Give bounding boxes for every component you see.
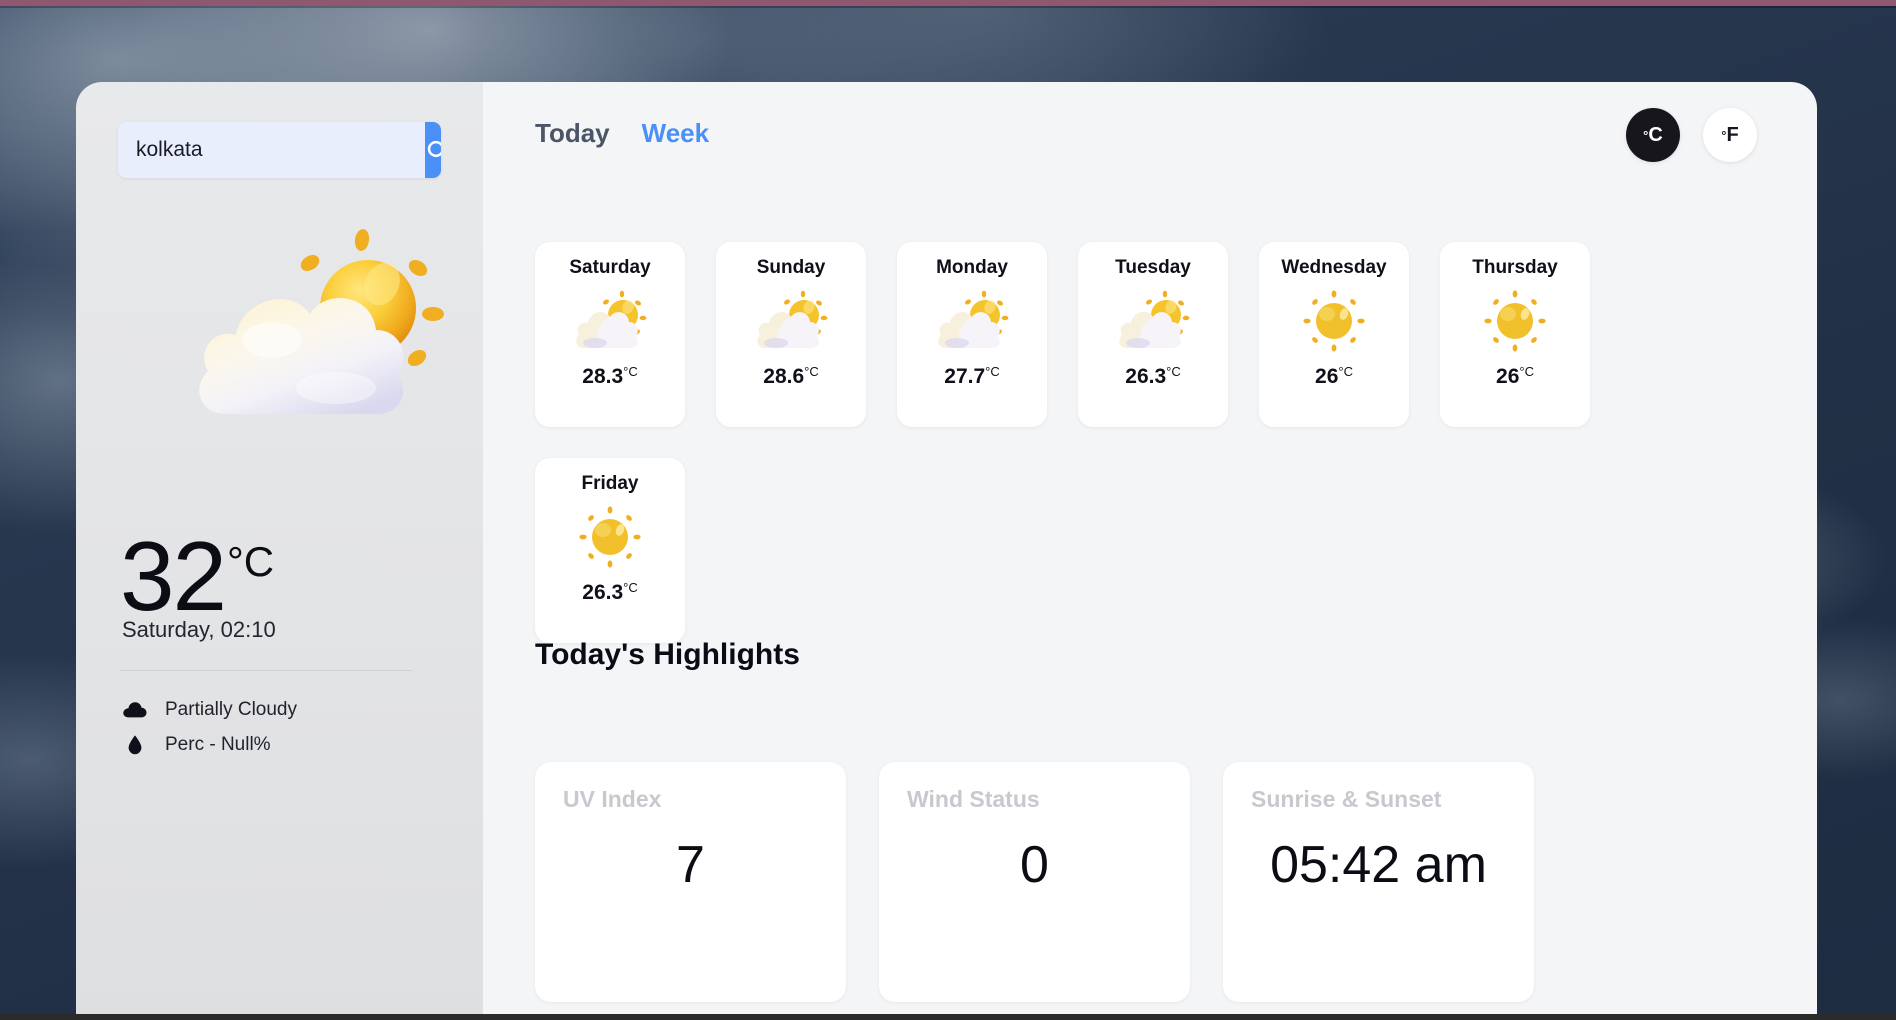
- sun-behind-cloud-icon: [1116, 288, 1190, 354]
- sidebar-divider: [120, 670, 412, 671]
- view-tabs: Today Week: [535, 118, 709, 149]
- condition-sky-label: Partially Cloudy: [165, 699, 297, 720]
- forecast-card[interactable]: Wednesday 26°C: [1259, 242, 1409, 427]
- forecast-temperature: 27.7°C: [944, 364, 999, 389]
- forecast-card[interactable]: Saturday 28.3°C: [535, 242, 685, 427]
- forecast-day-name: Sunday: [756, 257, 826, 278]
- highlight-card: Sunrise & Sunset 05:42 am: [1223, 762, 1534, 1002]
- sun-behind-cloud-icon: [754, 288, 828, 354]
- forecast-temperature-value: 26: [1315, 365, 1339, 388]
- condition-row-precipitation: Perc - Null%: [122, 734, 271, 756]
- condition-precipitation-label: Perc - Null%: [165, 734, 271, 755]
- forecast-temperature-unit: °C: [623, 364, 638, 379]
- highlight-value: 0: [1020, 836, 1049, 894]
- highlight-label: UV Index: [563, 786, 662, 812]
- search-bar: [118, 122, 441, 178]
- forecast-temperature-value: 26.3: [1125, 365, 1167, 388]
- unit-fahrenheit-label: F: [1726, 123, 1739, 146]
- sun-behind-cloud-icon: [186, 218, 451, 433]
- highlight-card: UV Index 7: [535, 762, 846, 1002]
- forecast-temperature: 28.3°C: [582, 364, 637, 389]
- forecast-temperature: 28.6°C: [763, 364, 818, 389]
- highlight-label: Sunrise & Sunset: [1251, 786, 1442, 812]
- sun-icon: [1297, 288, 1371, 354]
- cloud-icon: [122, 702, 148, 718]
- highlight-label: Wind Status: [907, 786, 1040, 812]
- forecast-temperature-value: 28.3: [582, 365, 624, 388]
- weather-app-card: 32°C Saturday, 02:10 Partially Cloudy Pe…: [76, 82, 1817, 1017]
- forecast-day-name: Thursday: [1472, 257, 1558, 278]
- forecast-card[interactable]: Sunday 28.6°C: [716, 242, 866, 427]
- unit-celsius-label: C: [1648, 123, 1663, 146]
- forecast-temperature-unit: °C: [985, 364, 1000, 379]
- browser-chrome-shadow: [0, 6, 1896, 8]
- current-temperature-value: 32: [120, 521, 227, 631]
- unit-toggle-group: ° C ° F: [1626, 108, 1757, 162]
- forecast-temperature: 26.3°C: [1125, 364, 1180, 389]
- weekly-forecast-grid: Saturday 28.3°C Sunday 28.6°C Monday 27.…: [535, 242, 1595, 643]
- highlights-title: Today's Highlights: [535, 638, 800, 671]
- forecast-day-name: Saturday: [569, 257, 651, 278]
- search-input[interactable]: [118, 122, 425, 178]
- main-panel: Today Week ° C ° F Saturday 28.3°C Sunda…: [483, 82, 1817, 1017]
- highlight-card: Wind Status 0: [879, 762, 1190, 1002]
- highlight-cards: UV Index 7 Wind Status 0 Sunrise & Sunset …: [535, 762, 1534, 1002]
- sidebar: 32°C Saturday, 02:10 Partially Cloudy Pe…: [76, 82, 483, 1017]
- forecast-temperature-value: 26: [1496, 365, 1520, 388]
- window-bottom-border: [0, 1014, 1896, 1020]
- forecast-day-name: Tuesday: [1115, 257, 1191, 278]
- forecast-card[interactable]: Thursday 26°C: [1440, 242, 1590, 427]
- tab-today[interactable]: Today: [535, 118, 610, 149]
- current-temperature-unit: °C: [227, 538, 275, 585]
- sun-icon: [573, 504, 647, 570]
- sun-icon: [1478, 288, 1552, 354]
- droplet-icon: [122, 735, 148, 755]
- forecast-temperature-unit: °C: [1166, 364, 1181, 379]
- forecast-day-name: Monday: [936, 257, 1008, 278]
- forecast-card[interactable]: Tuesday 26.3°C: [1078, 242, 1228, 427]
- forecast-temperature-unit: °C: [804, 364, 819, 379]
- tab-week[interactable]: Week: [642, 118, 709, 149]
- sun-behind-cloud-icon: [573, 288, 647, 354]
- forecast-temperature-value: 27.7: [944, 365, 986, 388]
- search-button[interactable]: [425, 122, 441, 178]
- forecast-card[interactable]: Monday 27.7°C: [897, 242, 1047, 427]
- forecast-temperature: 26°C: [1315, 364, 1353, 389]
- unit-fahrenheit-button[interactable]: ° F: [1703, 108, 1757, 162]
- forecast-temperature-unit: °C: [1338, 364, 1353, 379]
- forecast-day-name: Wednesday: [1281, 257, 1387, 278]
- current-datetime: Saturday, 02:10: [122, 617, 276, 642]
- forecast-temperature-value: 28.6: [763, 365, 805, 388]
- forecast-temperature: 26°C: [1496, 364, 1534, 389]
- forecast-temperature-unit: °C: [623, 580, 638, 595]
- unit-celsius-button[interactable]: ° C: [1626, 108, 1680, 162]
- forecast-temperature: 26.3°C: [582, 580, 637, 605]
- forecast-temperature-unit: °C: [1519, 364, 1534, 379]
- sun-behind-cloud-icon: [935, 288, 1009, 354]
- condition-row-sky: Partially Cloudy: [122, 699, 297, 721]
- forecast-temperature-value: 26.3: [582, 581, 624, 604]
- current-temperature: 32°C: [120, 527, 274, 625]
- forecast-day-name: Friday: [581, 473, 639, 494]
- forecast-card[interactable]: Friday 26.3°C: [535, 458, 685, 643]
- highlight-value: 05:42 am: [1270, 836, 1487, 894]
- highlight-value: 7: [676, 836, 705, 894]
- search-icon: [425, 138, 441, 163]
